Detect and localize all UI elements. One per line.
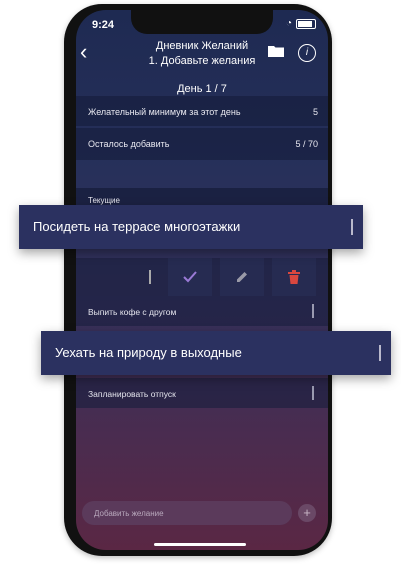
stat-row-remaining: Осталось добавить 5 / 70 [76, 128, 328, 160]
stat-value: 5 [312, 107, 318, 117]
wish-card-text: Посидеть на террасе многоэтажки [33, 219, 241, 234]
edit-button[interactable] [220, 258, 264, 296]
drag-handle-icon[interactable] [149, 270, 151, 284]
confirm-button[interactable] [168, 258, 212, 296]
drag-handle-icon[interactable] [312, 304, 314, 318]
check-icon [183, 271, 197, 283]
list-item-text: Выпить кофе с другом [88, 307, 177, 317]
status-icons: ◔ [286, 18, 316, 29]
add-wish-placeholder: Добавить желание [94, 509, 164, 518]
swipe-actions-row [76, 258, 328, 296]
folder-icon[interactable] [268, 45, 284, 57]
notch [131, 10, 273, 34]
pencil-icon [237, 272, 247, 282]
page-title: Дневник Желаний [155, 40, 249, 52]
section-label: Текущие [88, 196, 120, 205]
add-icon[interactable]: + [298, 504, 316, 522]
drag-handle-icon[interactable] [351, 219, 353, 235]
page-subtitle: 1. Добавьте желания [148, 55, 256, 67]
wifi-icon: ◔ [285, 18, 292, 29]
list-item[interactable]: Выпить кофе с другом [76, 296, 328, 326]
stat-label: Желательный минимум за этот день [88, 107, 241, 117]
wish-card-text: Уехать на природу в выходные [55, 345, 242, 360]
delete-button[interactable] [272, 258, 316, 296]
day-counter: День 1 / 7 [177, 83, 227, 95]
floating-wish-card[interactable]: Уехать на природу в выходные [41, 331, 391, 375]
list-item[interactable]: Запланировать отпуск [76, 378, 328, 408]
info-icon[interactable]: i [298, 44, 316, 62]
stat-row-minimum: Желательный минимум за этот день 5 [76, 96, 328, 126]
drag-handle-icon[interactable] [379, 345, 381, 361]
list-item-text: Запланировать отпуск [88, 389, 176, 399]
floating-wish-card[interactable]: Посидеть на террасе многоэтажки [19, 205, 363, 249]
drag-handle-icon[interactable] [312, 386, 314, 400]
add-wish-input[interactable]: Добавить желание [82, 501, 292, 525]
stat-label: Осталось добавить [88, 139, 170, 149]
app-screen: 9:24 ◔ ‹ Дневник Желаний 1. Добавьте жел… [76, 10, 328, 550]
home-indicator [154, 543, 246, 546]
stat-value: 5 / 70 [295, 139, 318, 149]
status-time: 9:24 [92, 19, 115, 31]
battery-icon [296, 18, 316, 29]
trash-icon [288, 270, 300, 284]
